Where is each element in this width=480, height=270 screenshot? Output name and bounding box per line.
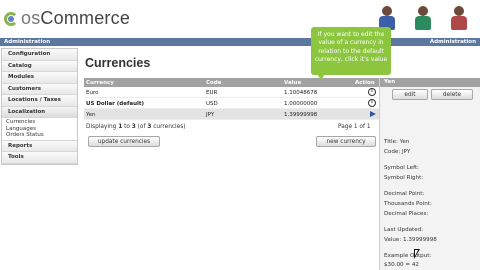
nav-administration-left[interactable]: Administration [4, 39, 50, 45]
nav-administration-right[interactable]: Administration [430, 39, 476, 45]
panel-symbol-left: Symbol Left: [384, 165, 420, 171]
sidebar-item-localization[interactable]: Localization [2, 106, 77, 118]
info-icon[interactable]: i [368, 99, 376, 108]
update-currencies-button[interactable]: update currencies [88, 136, 160, 147]
cell-currency: Yen [86, 112, 96, 119]
table-row[interactable]: Euro EUR 1.10048678 i [84, 86, 383, 98]
cell-code: USD [206, 100, 218, 107]
selected-arrow-icon [370, 111, 376, 118]
header: osCommerce [0, 0, 480, 38]
header-action: Action [355, 79, 375, 86]
sidebar-item-configuration[interactable]: Configuration [2, 49, 77, 61]
sidebar-item-tools[interactable]: Tools [2, 152, 77, 164]
mouse-cursor-icon [414, 249, 420, 259]
currencies-table: Currency Code Value Action Euro EUR 1.10… [84, 78, 383, 121]
logo-text: osCommerce [21, 8, 131, 28]
info-panel: Yen edit delete Title: Yen Code: JPY Sym… [379, 78, 480, 270]
panel-example-output-label: Example Output: [384, 253, 432, 259]
header-code: Code [206, 79, 222, 86]
sidebar-item-reports[interactable]: Reports [2, 140, 77, 152]
header-currency: Currency [86, 79, 114, 86]
tooltip-pointer [317, 74, 325, 80]
panel-decimal-point: Decimal Point: [384, 191, 425, 197]
panel-last-updated: Last Updated: [384, 227, 424, 233]
header-value: Value [284, 79, 302, 86]
sidebar-item-modules[interactable]: Modules [2, 72, 77, 84]
panel-header: Yen [380, 78, 480, 87]
page-indicator: Page 1 of 1 [338, 124, 371, 130]
sidebar-item-customers[interactable]: Customers [2, 83, 77, 95]
pagination-info: Displaying 1 to 3 (of 3 currencies) [86, 124, 186, 130]
table-row[interactable]: US Dollar (default) USD 1.00000000 i [84, 97, 383, 110]
delete-button[interactable]: delete [431, 89, 473, 100]
help-tooltip: If you want to edit the value of a curre… [311, 27, 391, 75]
sidebar-item-locations-taxes[interactable]: Locations / Taxes [2, 95, 77, 107]
cell-code: JPY [206, 112, 215, 119]
panel-value: Value: 1.39999998 [384, 237, 437, 243]
nav-bar: Administration Administration [0, 38, 480, 46]
cell-value[interactable]: 1.00000000 [284, 101, 317, 107]
panel-code: Code: JPY [384, 149, 411, 155]
panel-example-output: $30.00 = 42 [384, 262, 419, 268]
table-header: Currency Code Value Action [84, 78, 383, 87]
cell-value[interactable]: 1.10048678 [284, 90, 317, 96]
logo-icon [4, 10, 18, 28]
panel-title: Title: Yen [384, 139, 410, 145]
sidebar-item-catalog[interactable]: Catalog [2, 60, 77, 72]
page-title: Currencies [85, 56, 151, 70]
panel-decimal-places: Decimal Places: [384, 211, 429, 217]
cell-currency: US Dollar (default) [86, 100, 145, 107]
sidebar: Configuration Catalog Modules Customers … [1, 48, 78, 166]
sidebar-subitem-orders-status[interactable]: Orders Status [6, 132, 77, 139]
sidebar-submenu: Currencies Languages Orders Status [2, 118, 77, 141]
info-icon[interactable]: i [368, 88, 376, 96]
oscommerce-logo[interactable]: osCommerce [4, 8, 130, 29]
cell-currency: Euro [86, 89, 99, 96]
cell-code: EUR [206, 89, 218, 96]
logoff-icon[interactable] [446, 4, 474, 32]
panel-thousands-point: Thousands Point: [384, 201, 432, 207]
table-row-selected[interactable]: Yen JPY 1.39999998 [84, 109, 383, 121]
panel-symbol-right: Symbol Right: [384, 175, 424, 181]
support-icon[interactable] [410, 4, 438, 32]
edit-button[interactable]: edit [392, 89, 428, 100]
new-currency-button[interactable]: new currency [316, 136, 376, 147]
cell-value[interactable]: 1.39999998 [284, 112, 317, 118]
